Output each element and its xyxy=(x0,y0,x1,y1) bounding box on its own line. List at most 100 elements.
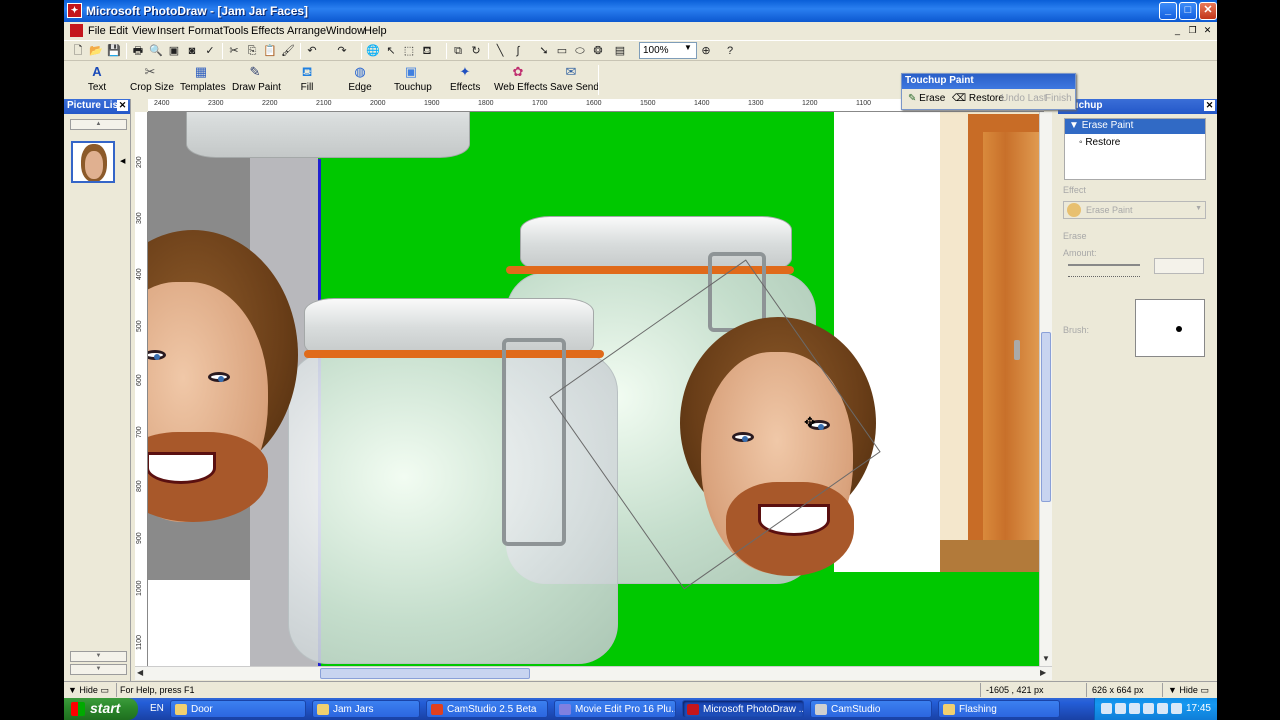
scroll-left-arrow-icon[interactable]: ◀ xyxy=(137,668,143,677)
group-icon[interactable]: ⧉ xyxy=(450,43,466,59)
spelling-icon[interactable]: ✓ xyxy=(202,43,218,59)
curve-icon[interactable]: ∫ xyxy=(510,43,526,59)
start-button[interactable]: start xyxy=(64,698,138,720)
touchup-paint-title[interactable]: Touchup Paint xyxy=(902,74,1075,89)
crop-size-button[interactable]: ✂ Crop Size xyxy=(130,63,174,97)
undo-last-button[interactable]: Undo Last xyxy=(1001,93,1047,104)
fill-button[interactable]: ⛾ Fill xyxy=(298,63,316,97)
text-button[interactable]: A Text xyxy=(84,63,110,97)
menu-tools[interactable]: Tools xyxy=(223,25,249,37)
hide-picture-list-button[interactable]: ▼ Hide ▭ xyxy=(68,685,109,696)
maximize-button[interactable]: □ xyxy=(1179,2,1197,20)
print-preview-icon[interactable]: 🔍 xyxy=(148,43,164,59)
ellipse-icon[interactable]: ⬭ xyxy=(572,43,588,59)
finish-button[interactable]: Finish xyxy=(1045,93,1072,104)
scroll-down-button[interactable]: ▼ xyxy=(70,651,127,662)
templates-button[interactable]: ▦ Templates xyxy=(180,63,226,97)
close-button[interactable]: ✕ xyxy=(1199,2,1217,20)
hide-panel-button[interactable]: ▼ Hide ▭ xyxy=(1168,685,1209,696)
vertical-scrollbar[interactable]: ▼ xyxy=(1039,112,1052,666)
undo-icon[interactable]: ↶ xyxy=(304,43,320,59)
edge-button[interactable]: ◍ Edge xyxy=(348,63,372,97)
brush-preview[interactable] xyxy=(1135,299,1205,357)
taskbar-button[interactable]: CamStudio xyxy=(810,700,932,718)
tray-icon[interactable] xyxy=(1101,703,1112,714)
amount-spinner[interactable] xyxy=(1154,258,1204,274)
new-icon[interactable]: 🗋 xyxy=(70,43,86,59)
taskbar-button[interactable]: Jam Jars xyxy=(312,700,420,718)
save-icon[interactable]: 💾 xyxy=(106,43,122,59)
scan-icon[interactable]: ▣ xyxy=(166,43,182,59)
doc-close-button[interactable]: ✕ xyxy=(1201,25,1214,37)
menu-effects[interactable]: Effects xyxy=(251,25,284,37)
picture-thumbnail[interactable] xyxy=(71,141,115,183)
tray-icon[interactable] xyxy=(1115,703,1126,714)
scroll-down-arrow-icon[interactable]: ▼ xyxy=(1042,654,1050,663)
chevron-left-icon[interactable]: ◀ xyxy=(120,157,125,165)
scroll-right-arrow-icon[interactable]: ▶ xyxy=(1040,668,1046,677)
chevron-down-icon[interactable]: ▼ xyxy=(684,43,692,52)
web-effects-button[interactable]: ✿ Web Effects xyxy=(494,63,548,97)
close-icon[interactable]: ✕ xyxy=(117,100,128,111)
title-bar[interactable]: ✦ Microsoft PhotoDraw - [Jam Jar Faces] … xyxy=(64,0,1217,22)
photodraw-app-icon[interactable]: ✦ xyxy=(67,3,82,18)
rotate-icon[interactable]: ↻ xyxy=(468,43,484,59)
close-icon[interactable]: ✕ xyxy=(1204,100,1215,111)
picture-list-icon[interactable]: ▤ xyxy=(612,43,628,59)
menu-view[interactable]: View xyxy=(132,25,156,37)
web-icon[interactable]: 🌐 xyxy=(365,43,381,59)
vertical-scroll-thumb[interactable] xyxy=(1041,332,1051,502)
erase-button[interactable]: ✎ Erase xyxy=(908,93,945,104)
cut-icon[interactable]: ✂ xyxy=(226,43,242,59)
drawing-canvas[interactable]: ✥ xyxy=(148,112,1039,666)
taskbar-button[interactable]: Movie Edit Pro 16 Plu... xyxy=(554,700,676,718)
scroll-up-button[interactable]: ▲ xyxy=(70,119,127,130)
erase-paint-option[interactable]: ▼ Erase Paint xyxy=(1065,119,1205,134)
redo-icon[interactable]: ↷ xyxy=(334,43,350,59)
effect-combo[interactable]: Erase Paint ▼ xyxy=(1063,201,1206,219)
restore-option[interactable]: ◦ Restore xyxy=(1065,134,1205,151)
tray-icon[interactable] xyxy=(1143,703,1154,714)
top-jar-lid[interactable] xyxy=(186,112,470,158)
restore-button[interactable]: ⌫ Restore xyxy=(952,93,1004,104)
horizontal-scroll-thumb[interactable] xyxy=(320,668,530,679)
open-icon[interactable]: 📂 xyxy=(88,43,104,59)
menu-help[interactable]: Help xyxy=(364,25,387,37)
document-icon[interactable] xyxy=(70,24,83,37)
camera-icon[interactable]: ◙ xyxy=(184,43,200,59)
menu-format[interactable]: Format xyxy=(188,25,223,37)
line-icon[interactable]: ╲ xyxy=(492,43,508,59)
draw-paint-button[interactable]: ✎ Draw Paint xyxy=(232,63,281,97)
menu-arrange[interactable]: Arrange xyxy=(287,25,326,37)
save-send-button[interactable]: ✉ Save Send xyxy=(550,63,599,97)
shapes-icon[interactable]: ❂ xyxy=(590,43,606,59)
tray-icon[interactable] xyxy=(1157,703,1168,714)
language-indicator[interactable]: EN xyxy=(150,703,164,714)
doc-restore-button[interactable]: ❐ xyxy=(1186,25,1199,37)
help-icon[interactable]: ? xyxy=(722,43,738,59)
taskbar-button[interactable]: Flashing xyxy=(938,700,1060,718)
taskbar-button[interactable]: CamStudio 2.5 Beta xyxy=(426,700,548,718)
taskbar-button[interactable]: Microsoft PhotoDraw ... xyxy=(682,700,804,718)
touchup-button[interactable]: ▣ Touchup xyxy=(394,63,432,97)
volume-icon[interactable] xyxy=(1171,703,1182,714)
menu-window[interactable]: Window xyxy=(326,25,365,37)
pointer-icon[interactable]: ↖ xyxy=(383,43,399,59)
arrow-line-icon[interactable]: ➘ xyxy=(536,43,552,59)
amount-slider[interactable] xyxy=(1068,264,1140,266)
menu-insert[interactable]: Insert xyxy=(157,25,185,37)
rectangle-icon[interactable]: ▭ xyxy=(554,43,570,59)
menu-file[interactable]: File xyxy=(88,25,106,37)
effects-button[interactable]: ✦ Effects xyxy=(450,63,480,97)
taskbar-button[interactable]: Door xyxy=(170,700,306,718)
print-icon[interactable]: 🖶 xyxy=(130,43,146,59)
crop-select-icon[interactable]: ⬚ xyxy=(401,43,417,59)
scroll-end-button[interactable]: ▼ xyxy=(70,664,127,675)
format-painter-icon[interactable]: 🖌 xyxy=(280,43,296,59)
tray-icon[interactable] xyxy=(1129,703,1140,714)
paste-icon[interactable]: 📋 xyxy=(262,43,278,59)
fill-bucket-icon[interactable]: ⛾ xyxy=(419,43,435,59)
menu-edit[interactable]: Edit xyxy=(109,25,128,37)
doc-minimize-button[interactable]: _ xyxy=(1171,25,1184,37)
horizontal-scrollbar[interactable]: ◀ ▶ xyxy=(135,666,1052,680)
